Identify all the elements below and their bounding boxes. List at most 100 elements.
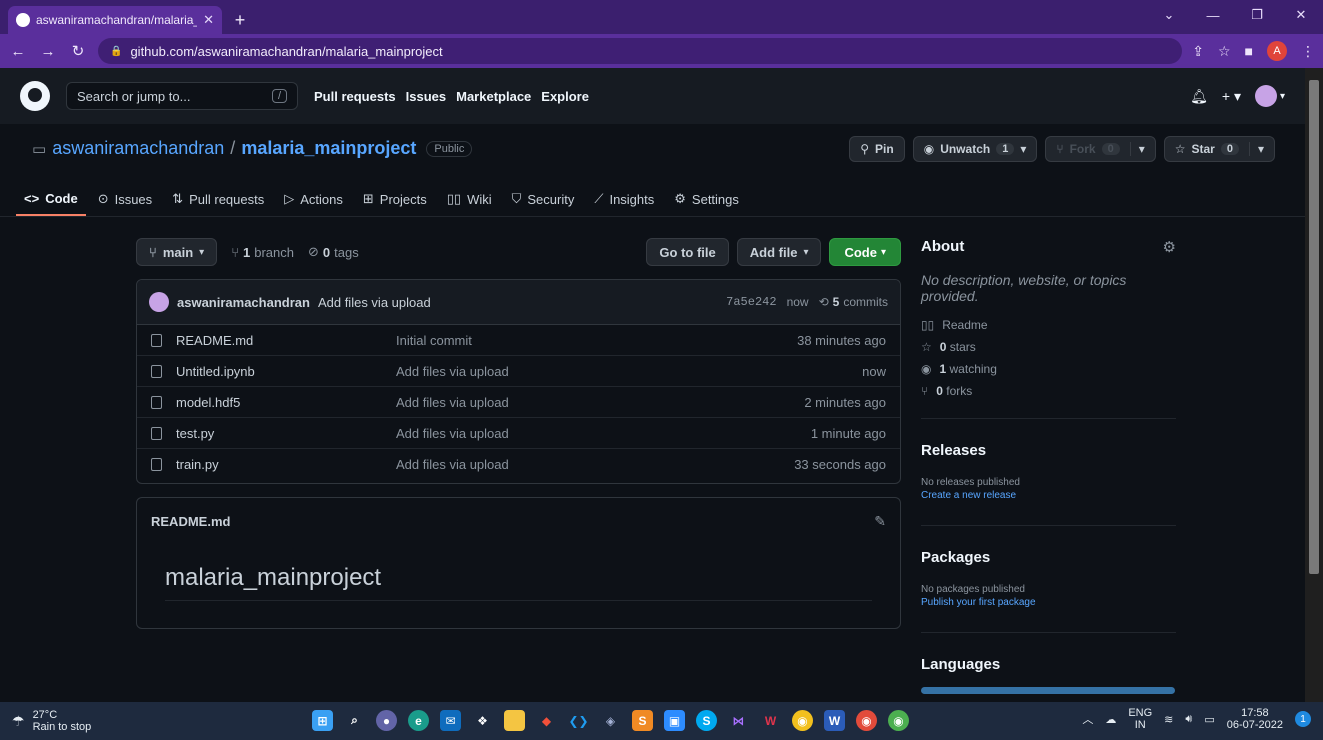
nav-explore[interactable]: Explore — [541, 89, 589, 104]
tab-code[interactable]: <> Code — [16, 182, 86, 216]
stars-link[interactable]: ☆ 0 stars — [921, 340, 1176, 354]
pin-button[interactable]: ⚲ Pin — [849, 136, 905, 162]
windows-start-icon[interactable]: ⊞ — [312, 710, 333, 731]
chevron-up-icon[interactable]: ︿ — [1082, 711, 1093, 727]
file-commit-message[interactable]: Initial commit — [396, 333, 797, 348]
forks-link[interactable]: ⑂ 0 forks — [921, 384, 1176, 398]
star-dropdown-icon[interactable]: ▾ — [1248, 142, 1264, 156]
tab-pull-requests[interactable]: ⇅ Pull requests — [164, 182, 272, 216]
weather-widget[interactable]: ☂ 27°C Rain to stop — [12, 709, 91, 733]
create-new-icon[interactable]: + ▾ — [1222, 88, 1241, 105]
file-commit-message[interactable]: Add files via upload — [396, 457, 794, 472]
tab-insights[interactable]: ⟋ Insights — [586, 182, 662, 216]
skype-icon[interactable]: S — [696, 710, 717, 731]
browser-menu-icon[interactable]: ⋮ — [1301, 43, 1315, 60]
readme-link[interactable]: ▯▯ Readme — [921, 318, 1176, 332]
page-scrollbar[interactable] — [1305, 68, 1323, 702]
commits-link[interactable]: ⟲ 5 commits — [819, 295, 888, 309]
bookmark-star-icon[interactable]: ☆ — [1218, 43, 1231, 60]
file-name[interactable]: model.hdf5 — [176, 395, 396, 410]
url-input[interactable]: 🔒 github.com/aswaniramachandran/malaria_… — [98, 38, 1183, 64]
dropbox-icon[interactable]: ❖ — [472, 710, 493, 731]
star-button[interactable]: ☆ Star 0 ▾ — [1163, 136, 1275, 162]
volume-icon[interactable]: 🔊︎ — [1185, 713, 1192, 726]
go-to-file-button[interactable]: Go to file — [646, 238, 729, 266]
sublime-icon[interactable]: S — [632, 710, 653, 731]
nav-issues[interactable]: Issues — [406, 89, 446, 104]
commit-sha[interactable]: 7a5e242 — [726, 295, 776, 309]
teams-chat-icon[interactable]: ● — [376, 710, 397, 731]
minimize-icon[interactable]: — — [1191, 0, 1235, 30]
file-commit-message[interactable]: Add files via upload — [396, 395, 804, 410]
file-name[interactable]: train.py — [176, 457, 396, 472]
scrollbar-thumb[interactable] — [1309, 80, 1319, 574]
file-explorer-icon[interactable] — [504, 710, 525, 731]
releases-title[interactable]: Releases — [921, 442, 1176, 459]
app-w-icon[interactable]: W — [760, 710, 781, 731]
back-icon[interactable]: ← — [8, 43, 28, 60]
chrome-active-icon[interactable]: ◉ — [888, 710, 909, 731]
pencil-icon[interactable]: ✎ — [874, 513, 886, 530]
branch-select-button[interactable]: ⑂ main ▾ — [136, 238, 218, 266]
commit-author-avatar[interactable] — [149, 292, 169, 312]
browser-tab[interactable]: aswaniramachandran/malaria_ma ✕ — [8, 6, 222, 34]
notification-badge[interactable]: 1 — [1295, 711, 1311, 727]
repo-name-link[interactable]: malaria_mainproject — [241, 138, 416, 159]
chrome-profile-icon[interactable]: ◉ — [856, 710, 877, 731]
battery-icon[interactable]: ▭ — [1204, 713, 1214, 726]
fork-dropdown-icon[interactable]: ▾ — [1129, 142, 1145, 156]
nav-marketplace[interactable]: Marketplace — [456, 89, 531, 104]
packages-title[interactable]: Packages — [921, 549, 1176, 566]
nav-pull-requests[interactable]: Pull requests — [314, 89, 396, 104]
cloud-sync-icon[interactable]: ☁ — [1105, 713, 1116, 726]
reload-icon[interactable]: ↻ — [68, 42, 88, 60]
forward-icon[interactable]: → — [38, 43, 58, 60]
mail-icon[interactable]: ✉ — [440, 710, 461, 731]
clock[interactable]: 17:58 06-07-2022 — [1227, 707, 1283, 731]
fork-button[interactable]: ⑂ Fork 0 ▾ — [1045, 136, 1156, 162]
edge-icon[interactable]: e — [408, 710, 429, 731]
tab-security[interactable]: ⛉ Security — [504, 182, 583, 216]
gear-icon[interactable]: ⚙ — [1163, 238, 1176, 256]
tab-projects[interactable]: ⊞ Projects — [355, 182, 435, 216]
search-input[interactable]: Search or jump to... / — [66, 82, 298, 110]
readme-file-name[interactable]: README.md — [151, 514, 230, 529]
watching-link[interactable]: ◉ 1 watching — [921, 362, 1176, 376]
wifi-icon[interactable]: ≋ — [1164, 713, 1173, 726]
tags-link[interactable]: ⊘ 0 tags — [308, 244, 359, 260]
branches-link[interactable]: ⑂ 1 branch — [231, 245, 294, 260]
new-tab-icon[interactable]: + — [226, 6, 254, 34]
search-icon[interactable]: ⌕ — [344, 710, 365, 731]
chrome-icon[interactable]: ◉ — [792, 710, 813, 731]
file-commit-message[interactable]: Add files via upload — [396, 426, 811, 441]
side-panel-icon[interactable]: ■ — [1245, 43, 1253, 59]
file-name[interactable]: README.md — [176, 333, 396, 348]
create-release-link[interactable]: Create a new release — [921, 490, 1176, 501]
maximize-icon[interactable]: ❐ — [1235, 0, 1279, 30]
unwatch-button[interactable]: ◉ Unwatch 1 ▾ — [912, 136, 1038, 162]
vscode-icon[interactable]: ❮❯ — [568, 710, 589, 731]
share-icon[interactable]: ⇪ — [1192, 43, 1204, 60]
word-icon[interactable]: W — [824, 710, 845, 731]
file-name[interactable]: Untitled.ipynb — [176, 364, 396, 379]
visual-studio-icon[interactable]: ⋈ — [728, 710, 749, 731]
tab-wiki[interactable]: ▯▯ Wiki — [439, 182, 500, 216]
add-file-button[interactable]: Add file ▾ — [736, 238, 822, 266]
tab-actions[interactable]: ▷ Actions — [276, 182, 351, 216]
github-logo-icon[interactable] — [20, 81, 50, 111]
close-tab-icon[interactable]: ✕ — [203, 12, 214, 28]
file-name[interactable]: test.py — [176, 426, 396, 441]
language-indicator[interactable]: ENG IN — [1128, 707, 1152, 731]
close-window-icon[interactable]: ✕ — [1279, 0, 1323, 30]
user-menu[interactable]: ▾ — [1254, 85, 1285, 107]
tab-issues[interactable]: ⊙ Issues — [90, 182, 160, 216]
zoom-icon[interactable]: ▣ — [664, 710, 685, 731]
tab-settings[interactable]: ⚙ Settings — [666, 182, 747, 216]
repo-owner-link[interactable]: aswaniramachandran — [52, 138, 224, 159]
commit-message[interactable]: Add files via upload — [318, 295, 431, 310]
tab-search-icon[interactable]: ⌄ — [1147, 0, 1191, 30]
publish-package-link[interactable]: Publish your first package — [921, 597, 1176, 608]
bell-icon[interactable]: 🔔︎ — [1190, 88, 1208, 105]
file-commit-message[interactable]: Add files via upload — [396, 364, 862, 379]
profile-avatar[interactable]: A — [1267, 41, 1287, 61]
